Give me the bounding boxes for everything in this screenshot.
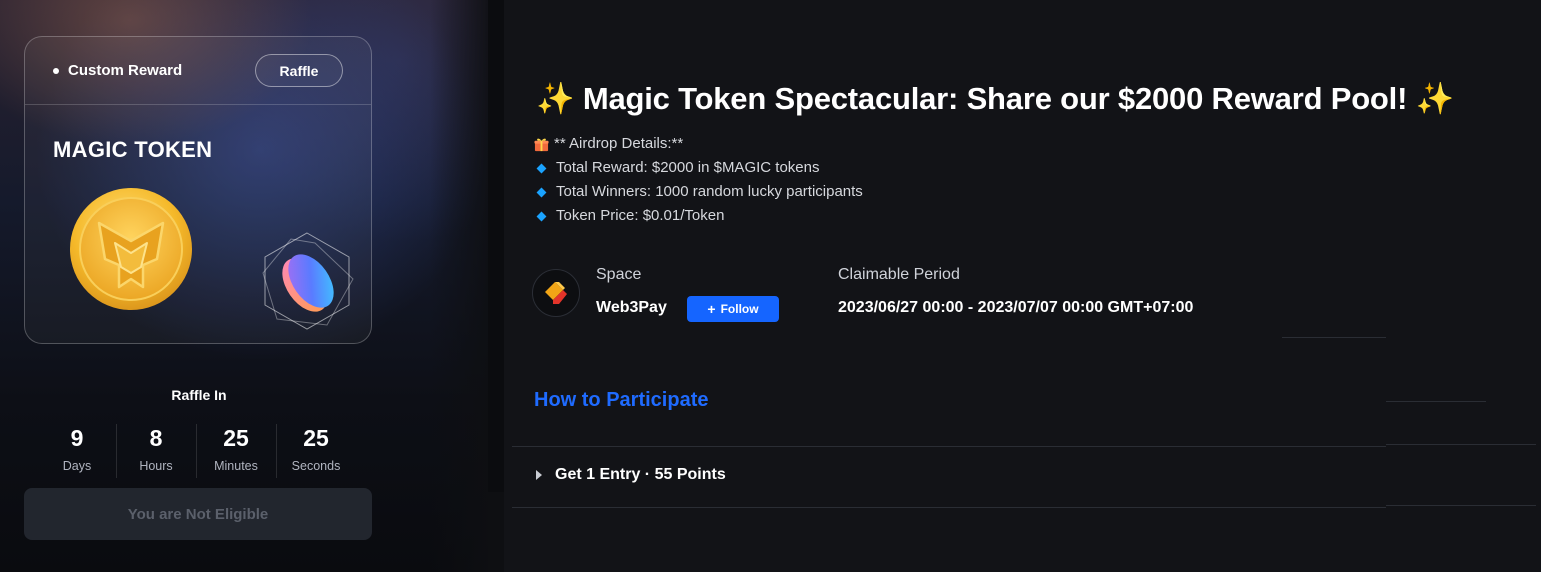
section-divider: [512, 446, 1386, 447]
blue-diamond-icon: [536, 211, 547, 221]
detail-text: Token Price: $0.01/Token: [556, 207, 725, 224]
reward-type: Custom Reward: [53, 62, 182, 79]
campaign-detail: ✨ Magic Token Spectacular: Share our $20…: [504, 0, 1541, 572]
countdown-seconds: 25 Seconds: [276, 422, 356, 478]
gift-icon: [534, 138, 549, 151]
countdown-label: Days: [62, 459, 92, 473]
details-header: ** Airdrop Details:**: [554, 135, 684, 152]
detail-item: Total Winners: 1000 random lucky partici…: [534, 180, 863, 204]
detail-text: Total Reward: $2000 in $MAGIC tokens: [556, 159, 820, 176]
magic-coin-icon: [70, 188, 192, 310]
token-name: MAGIC TOKEN: [53, 137, 213, 162]
raffle-badge: Raffle: [255, 54, 343, 87]
task-label: Get 1 Entry · 55 Points: [555, 466, 726, 483]
countdown-value: 25: [223, 425, 249, 451]
countdown-hours: 8 Hours: [116, 422, 196, 478]
detail-item: Total Reward: $2000 in $MAGIC tokens: [534, 156, 863, 180]
not-eligible-button[interactable]: You are Not Eligible: [24, 488, 372, 540]
web3pay-logo-icon: [545, 282, 567, 304]
campaign-title: ✨ Magic Token Spectacular: Share our $20…: [536, 80, 1454, 117]
detail-text: Total Winners: 1000 random lucky partici…: [556, 183, 863, 200]
follow-label: Follow: [720, 302, 759, 316]
sparkles-icon: ✨: [536, 81, 575, 116]
section-divider: [512, 507, 1386, 508]
detail-item: Token Price: $0.01/Token: [534, 204, 863, 228]
plus-icon: +: [707, 301, 716, 317]
countdown-value: 9: [70, 425, 84, 451]
countdown-label: Seconds: [291, 459, 341, 473]
claimable-period-value: 2023/06/27 00:00 - 2023/07/07 00:00 GMT+…: [838, 299, 1194, 316]
reward-panel: Custom Reward Raffle MAGIC TOKEN Raffle …: [0, 0, 490, 572]
space-label: Space: [596, 266, 642, 283]
token-3d-shape-icon: [262, 232, 354, 330]
space-avatar[interactable]: [532, 269, 580, 317]
countdown-value: 25: [303, 425, 329, 451]
countdown-value: 8: [149, 425, 163, 451]
sparkles-icon: ✨: [1415, 81, 1455, 116]
details-header-row: ** Airdrop Details:**: [534, 132, 863, 156]
caret-right-icon: [536, 470, 542, 480]
claimable-period-label: Claimable Period: [838, 266, 960, 283]
reward-type-label: Custom Reward: [68, 62, 183, 79]
blue-diamond-icon: [536, 187, 547, 197]
countdown-minutes: 25 Minutes: [196, 422, 276, 478]
task-get-entry[interactable]: Get 1 Entry · 55 Points: [536, 466, 726, 484]
countdown-days: 9 Days: [38, 422, 116, 473]
blue-diamond-icon: [536, 163, 547, 173]
bullet-dot-icon: [53, 67, 59, 74]
how-to-participate-heading: How to Participate: [534, 389, 709, 411]
raffle-countdown-heading: Raffle In: [171, 387, 227, 403]
countdown-label: Hours: [139, 459, 173, 473]
airdrop-details: ** Airdrop Details:** Total Reward: $200…: [534, 132, 863, 228]
campaign-title-text: Magic Token Spectacular: Share our $2000…: [582, 81, 1408, 116]
reward-card-header: Custom Reward Raffle: [25, 37, 371, 105]
countdown-timer: 9 Days 8 Hours 25 Minutes 25 Seconds: [38, 422, 356, 478]
follow-button[interactable]: + Follow: [687, 296, 779, 322]
countdown-label: Minutes: [214, 459, 258, 473]
space-name[interactable]: Web3Pay: [596, 299, 667, 317]
reward-card: Custom Reward Raffle MAGIC TOKEN: [24, 36, 372, 344]
